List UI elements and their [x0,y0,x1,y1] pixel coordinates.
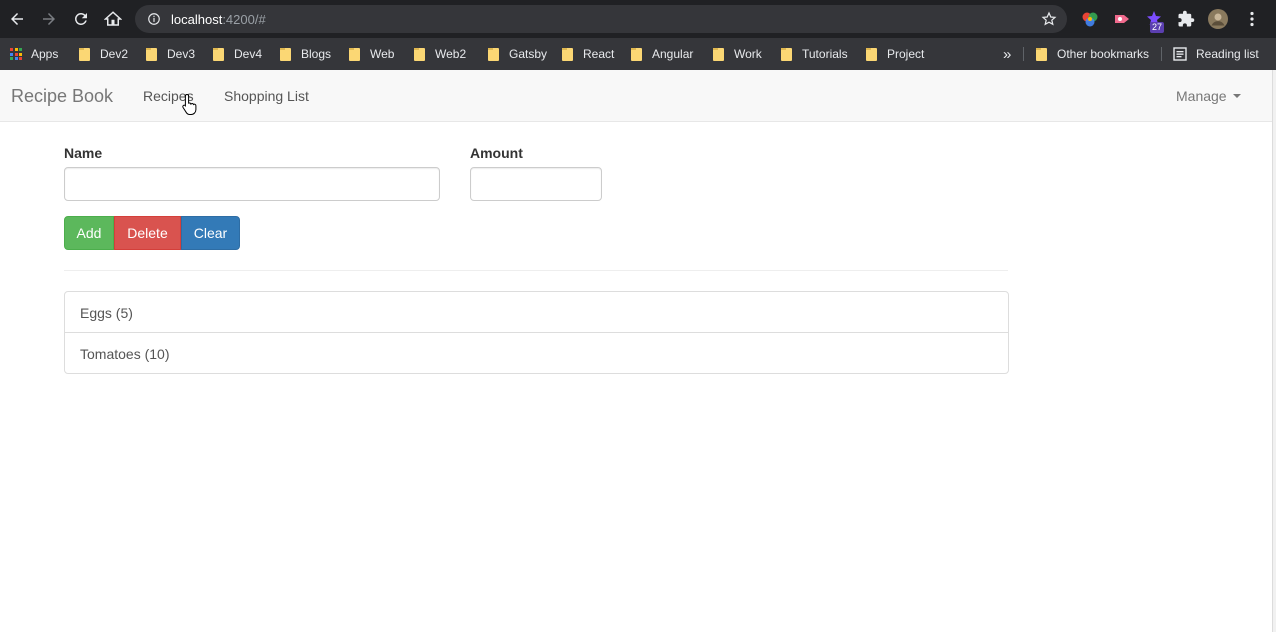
folder-icon [781,47,792,61]
brand-link[interactable]: Recipe Book [11,86,113,107]
nav-link-shopping-list[interactable]: Shopping List [224,88,309,104]
amount-label: Amount [470,145,523,161]
bookmark-folder-dev3[interactable]: Dev3 [146,45,195,63]
bookmark-label: Tutorials [802,47,848,61]
url-host: localhost [171,11,223,27]
bookmark-label: Dev3 [167,47,196,61]
arrow-left-icon [11,13,23,25]
bookmark-label: Web2 [435,47,467,61]
puzzle-icon[interactable] [1177,10,1195,28]
list-item[interactable]: Tomatoes (10) [65,333,1008,373]
reload-button[interactable] [70,8,92,30]
reading-list-button[interactable]: Reading list [1173,45,1259,63]
forward-button[interactable] [38,8,60,30]
reading-list-icon [1173,47,1187,61]
folder-icon [349,47,360,61]
folder-icon [562,47,573,61]
amount-input[interactable] [470,167,602,201]
caret-down-icon [1232,94,1241,98]
video-extension-icon[interactable] [1113,10,1131,28]
bookmark-label: Web [370,47,395,61]
shopping-list: Eggs (5) Tomatoes (10) [64,291,1009,374]
folder-icon [79,47,90,61]
divider [64,270,1008,271]
bookmark-label: Work [734,47,762,61]
list-item[interactable]: Eggs (5) [65,292,1008,333]
manage-label: Manage [1176,88,1227,104]
bookmark-folder-blogs[interactable]: Blogs [280,45,331,63]
folder-icon [713,47,724,61]
bookmark-folder-dev4[interactable]: Dev4 [213,45,262,63]
apps-grid-icon [10,48,22,60]
url-text[interactable]: localhost:4200/# [171,12,266,27]
bookmark-label: Blogs [301,47,332,61]
name-label: Name [64,145,103,161]
bookmark-folder-other[interactable]: Other bookmarks [1036,45,1149,63]
bookmark-folder-dev2[interactable]: Dev2 [79,45,128,63]
extension-badge: 27 [1150,22,1165,33]
add-button[interactable]: Add [64,216,114,250]
folder-icon [213,47,224,61]
bookmark-label: Dev2 [100,47,129,61]
bookmark-label: Gatsby [509,47,548,61]
bookmark-folder-project[interactable]: Project [866,45,924,63]
home-icon [104,11,122,26]
folder-icon [280,47,291,61]
hand-cursor-icon [182,93,197,115]
bookmark-folder-work[interactable]: Work [713,45,762,63]
folder-icon [1036,47,1047,61]
page-viewport: Recipe Book Recipes Shopping List Manage… [0,70,1272,632]
bookmark-folder-web[interactable]: Web [349,45,394,63]
bookmarks-bar: Apps Dev2 Dev3 Dev4 Blogs Web Web2 Gatsb… [0,38,1276,70]
bookmark-label: Project [887,47,925,61]
bookmark-folder-tutorials[interactable]: Tutorials [781,45,848,63]
browser-toolbar: localhost:4200/# 27 [0,0,1276,38]
back-button[interactable] [6,8,28,30]
bookmark-label: React [583,47,615,61]
bookmark-folder-web2[interactable]: Web2 [414,45,466,63]
bookmark-folder-gatsby[interactable]: Gatsby [488,45,547,63]
address-bar[interactable]: localhost:4200/# [135,5,1067,33]
more-vertical-icon[interactable] [1243,10,1261,28]
folder-icon [488,47,499,61]
bookmark-folder-angular[interactable]: Angular [631,45,693,63]
clear-button[interactable]: Clear [181,216,240,250]
bookmark-folder-react[interactable]: React [562,45,614,63]
bookmark-apps[interactable]: Apps [10,45,58,63]
folder-icon [866,47,877,61]
bookmarks-separator [1023,47,1024,61]
name-input[interactable] [64,167,440,201]
folder-icon [414,47,425,61]
bookmarks-overflow-button[interactable]: » [1003,45,1011,63]
star-icon[interactable] [1041,11,1057,27]
reload-icon [74,12,87,25]
bookmark-label: Dev4 [234,47,263,61]
info-icon[interactable] [146,11,162,27]
bookmark-label: Other bookmarks [1057,47,1150,61]
delete-button[interactable]: Delete [114,216,181,250]
home-button[interactable] [102,8,124,30]
folder-icon [146,47,157,61]
folder-icon [631,47,642,61]
color-extension-icon[interactable] [1081,10,1099,28]
arrow-right-icon [43,13,55,25]
profile-avatar-icon[interactable] [1208,9,1228,29]
bookmark-label: Apps [31,47,59,61]
page-scrollbar[interactable] [1272,70,1276,632]
manage-dropdown[interactable]: Manage [1176,88,1241,104]
bookmarks-separator [1161,47,1162,61]
bookmark-label: Angular [652,47,694,61]
url-path: :4200/# [222,11,266,27]
reading-list-label: Reading list [1196,47,1259,61]
